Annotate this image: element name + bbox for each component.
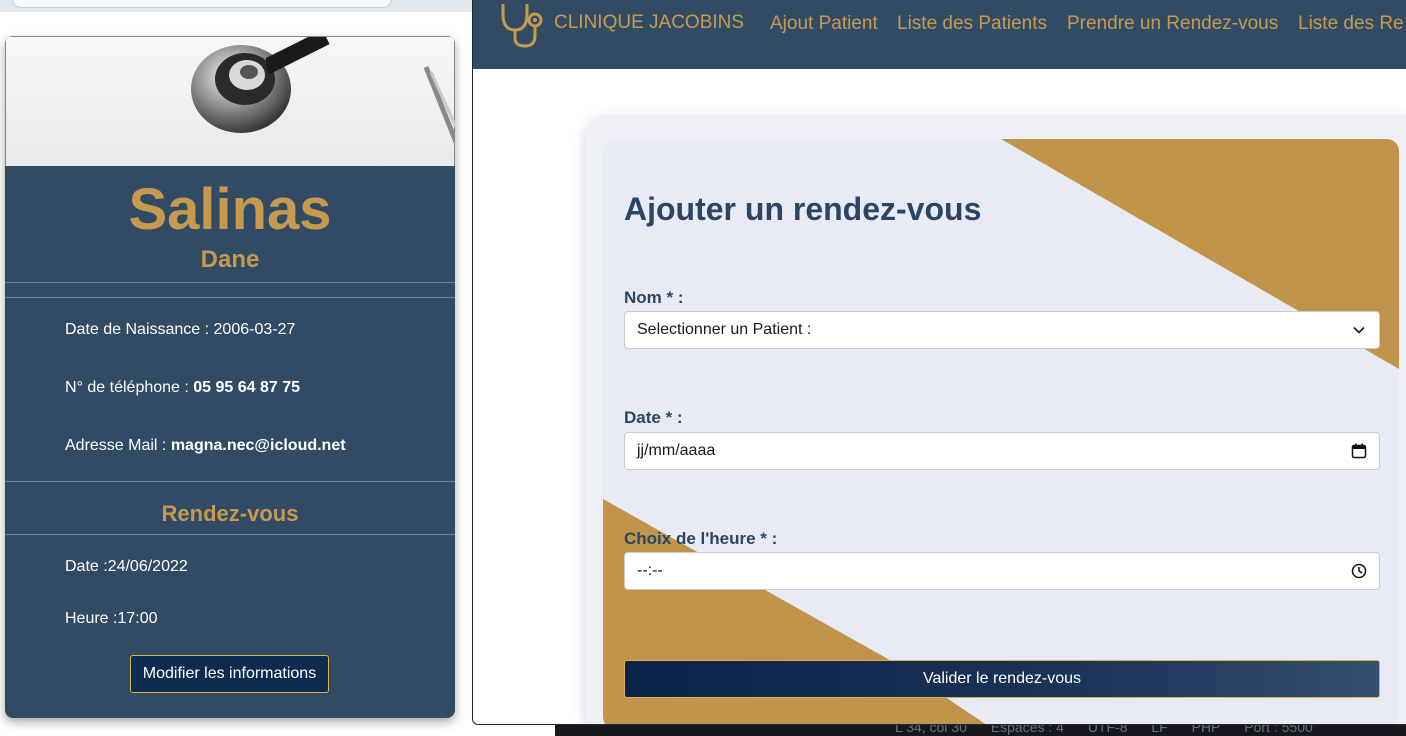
date-placeholder: jj/mm/aaaa: [637, 442, 716, 459]
submit-appointment-button[interactable]: Valider le rendez-vous: [624, 660, 1380, 698]
birth-date-value: 2006-03-27: [213, 321, 296, 338]
calendar-icon[interactable]: [1351, 443, 1367, 459]
chevron-down-icon: [1353, 326, 1365, 334]
patient-select[interactable]: Selectionner un Patient :: [624, 311, 1380, 349]
patient-select-value: Selectionner un Patient :: [637, 321, 812, 338]
time-input[interactable]: --:--: [624, 552, 1380, 590]
appointment-time: Heure :17:00: [65, 610, 158, 627]
clock-icon[interactable]: [1351, 563, 1367, 579]
email-info: Adresse Mail : magna.nec@icloud.net: [65, 437, 346, 455]
birth-date-label: Date de Naissance :: [65, 321, 214, 338]
form-title: Ajouter un rendez-vous: [624, 191, 982, 227]
email-value: magna.nec@icloud.net: [170, 437, 346, 454]
nav-link-patient-list[interactable]: Liste des Patients: [897, 13, 1047, 35]
nav-link-book-appointment[interactable]: Prendre un Rendez-vous: [1067, 13, 1278, 35]
edit-info-button[interactable]: Modifier les informations: [130, 655, 329, 693]
date-label: Date * :: [624, 408, 683, 427]
patient-card: Salinas Dane Date de Naissance : 2006-03…: [5, 36, 455, 718]
divider: [5, 534, 455, 535]
divider: [5, 481, 455, 482]
time-placeholder: --:--: [637, 562, 663, 579]
nav-link-add-patient[interactable]: Ajout Patient: [770, 13, 878, 35]
appointment-date: Date :24/06/2022: [65, 558, 188, 575]
date-input[interactable]: jj/mm/aaaa: [624, 432, 1380, 470]
background-browser-bar: [0, 0, 472, 12]
patient-last-name: Salinas: [128, 177, 332, 242]
patient-first-name: Dane: [200, 246, 260, 273]
divider: [5, 297, 455, 298]
time-label: Choix de l'heure * :: [624, 529, 778, 548]
stethoscope-tube-icon: [266, 37, 455, 143]
nav-link-appointment-list[interactable]: Liste des Re: [1298, 13, 1404, 35]
name-label: Nom * :: [624, 288, 684, 307]
phone-info: N° de téléphone : 05 95 64 87 75: [65, 379, 300, 397]
phone-label: N° de téléphone :: [65, 379, 194, 396]
stethoscope-logo-icon[interactable]: [497, 0, 547, 48]
phone-value: 05 95 64 87 75: [193, 379, 301, 396]
navbar: CLINIQUE JACOBINS Ajout Patient Liste de…: [473, 0, 1406, 69]
background-address-bar: [12, 0, 392, 8]
birth-date-info: Date de Naissance : 2006-03-27: [65, 321, 295, 339]
stethoscope-image: [5, 36, 455, 166]
appointment-window: CLINIQUE JACOBINS Ajout Patient Liste de…: [472, 0, 1406, 725]
brand-name[interactable]: CLINIQUE JACOBINS: [554, 12, 744, 34]
divider: [5, 282, 455, 283]
email-label: Adresse Mail :: [65, 437, 171, 454]
appointment-section-title: Rendez-vous: [161, 501, 299, 526]
appointment-form: Ajouter un rendez-vous Nom * : Selection…: [603, 139, 1399, 724]
